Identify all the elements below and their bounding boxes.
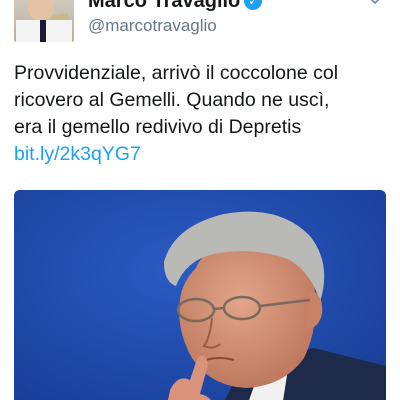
author-name-text: Marco Travaglio: [88, 0, 241, 12]
author-name[interactable]: Marco Travaglio ✓: [88, 0, 263, 13]
tweet-card: Marco Travaglio ✓ @marcotravaglio Provvid…: [0, 0, 400, 400]
tweet-text: Provvidenziale, arrivò il coccolone col …: [14, 60, 394, 168]
chevron-down-icon[interactable]: [368, 0, 382, 8]
tweet-link[interactable]: bit.ly/2k3qYG7: [14, 141, 394, 168]
tweet-text-line: era il gemello redivivo di Depretis: [14, 116, 302, 138]
avatar-tie: [40, 20, 46, 42]
tweet-header: Marco Travaglio ✓ @marcotravaglio: [0, 0, 400, 50]
verified-badge-icon: ✓: [244, 0, 263, 10]
photo-illustration: [14, 190, 386, 400]
author-handle[interactable]: @marcotravaglio: [88, 15, 217, 37]
tweet-text-line: Provvidenziale, arrivò il coccolone col: [14, 62, 339, 84]
tweet-text-line: ricovero al Gemelli. Quando ne uscì,: [14, 89, 330, 111]
author-avatar[interactable]: [14, 0, 74, 42]
tweet-photo[interactable]: [14, 190, 386, 400]
